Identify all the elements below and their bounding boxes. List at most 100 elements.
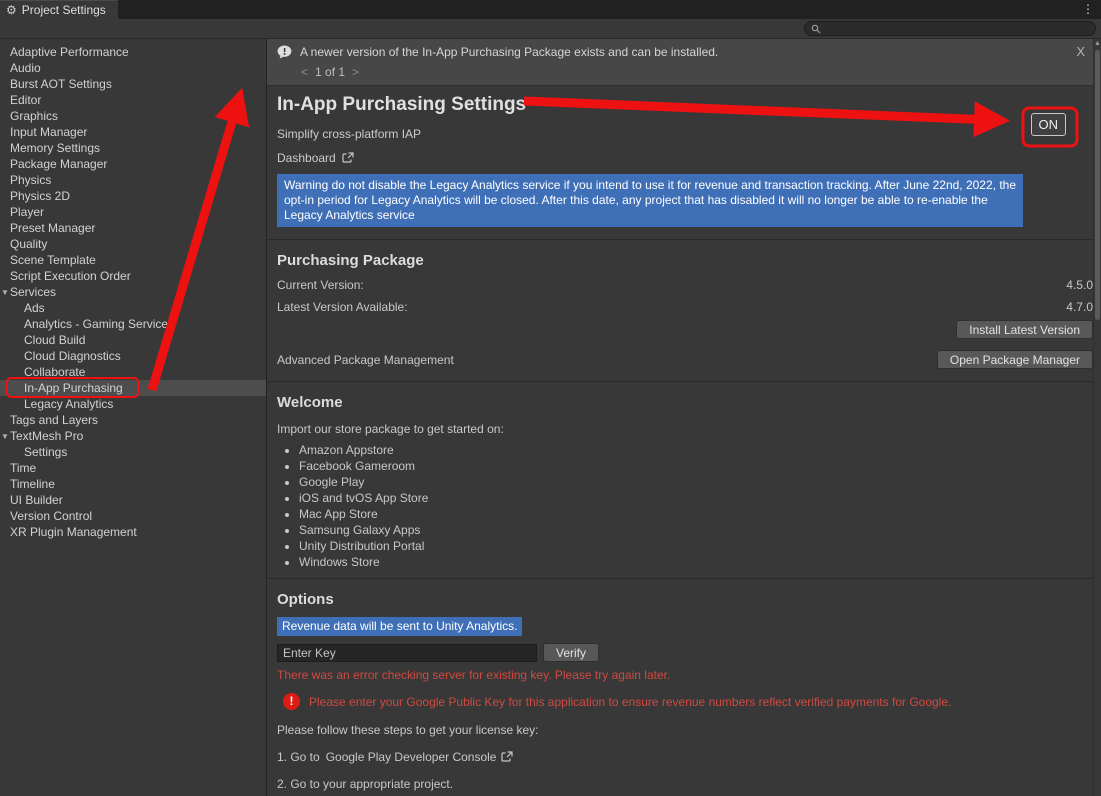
verify-button[interactable]: Verify [543, 643, 599, 662]
sidebar-item-label: Time [10, 461, 36, 475]
sidebar-item-label: Burst AOT Settings [10, 77, 112, 91]
sidebar-item-label: Ads [24, 301, 45, 315]
sidebar-item-label: Script Execution Order [10, 269, 131, 283]
sidebar-item-label: Services [10, 285, 56, 299]
sidebar-item-version-control[interactable]: Version Control [0, 508, 266, 524]
sidebar-item-textmesh-pro[interactable]: ▼TextMesh Pro [0, 428, 266, 444]
store-list-item: Windows Store [299, 554, 1101, 570]
sidebar-item-tags-and-layers[interactable]: Tags and Layers [0, 412, 266, 428]
sidebar-item-physics-2d[interactable]: Physics 2D [0, 188, 266, 204]
page-indicator: 1 of 1 [315, 65, 345, 79]
sidebar-item-script-execution-order[interactable]: Script Execution Order [0, 268, 266, 284]
window-body: Adaptive PerformanceAudio Burst AOT Setti… [0, 39, 1101, 796]
sidebar-item-label: In-App Purchasing [24, 381, 123, 395]
scrollbar[interactable]: ▲ [1093, 39, 1101, 796]
store-list-item: Mac App Store [299, 506, 1101, 522]
tab-project-settings[interactable]: ⚙ Project Settings [0, 0, 118, 19]
sidebar-item-label: TextMesh Pro [10, 429, 83, 443]
sidebar-list: Adaptive PerformanceAudio Burst AOT Setti… [0, 39, 267, 796]
sidebar-item-timeline[interactable]: Timeline [0, 476, 266, 492]
sidebar-item-label: Settings [24, 445, 67, 459]
sidebar-item-label: Physics [10, 173, 51, 187]
sidebar-item-label: Version Control [10, 509, 92, 523]
project-settings-window: ⚙ Project Settings ⋮ Adaptive Performanc… [0, 0, 1101, 796]
sidebar-item-label: Collaborate [24, 365, 85, 379]
google-play-console-link[interactable]: Google Play Developer Console [326, 750, 514, 764]
sidebar-item-audio[interactable]: Audio [0, 60, 266, 76]
analytics-note: Revenue data will be sent to Unity Analy… [277, 617, 522, 636]
current-version-label: Current Version: [277, 278, 364, 292]
purchasing-package-heading: Purchasing Package [277, 252, 1101, 270]
welcome-intro: Import our store package to get started … [277, 422, 1101, 436]
store-list-item: iOS and tvOS App Store [299, 490, 1101, 506]
welcome-heading: Welcome [277, 394, 1101, 412]
sidebar-item-physics[interactable]: Physics [0, 172, 266, 188]
sidebar-item-package-manager[interactable]: Package Manager [0, 156, 266, 172]
sidebar-item-xr-plugin-management[interactable]: XR Plugin Management [0, 524, 266, 540]
scrollbar-thumb[interactable] [1095, 50, 1100, 320]
sidebar-item-editor[interactable]: Editor [0, 92, 266, 108]
store-list: Amazon AppstoreFacebook GameroomGoogle P… [299, 442, 1101, 570]
google-play-console-label: Google Play Developer Console [326, 750, 497, 764]
sidebar-item-label: Analytics - Gaming Services [24, 317, 174, 331]
service-toggle-button[interactable]: ON [1031, 113, 1067, 136]
prev-page-button[interactable]: < [301, 65, 308, 79]
sidebar-item-scene-template[interactable]: Scene Template [0, 252, 266, 268]
sidebar-item-adaptive-performance[interactable]: Adaptive Performance [0, 44, 266, 60]
sidebar-item-in-app-purchasing[interactable]: In-App Purchasing [0, 380, 266, 396]
sidebar-item-settings[interactable]: Settings [0, 444, 266, 460]
latest-version-value: 4.7.0 [1066, 300, 1093, 314]
gear-icon: ⚙ [6, 4, 17, 16]
dashboard-link[interactable]: Dashboard [277, 151, 354, 165]
sidebar-item-burst-aot-settings[interactable]: Burst AOT Settings [0, 76, 266, 92]
more-options-icon[interactable]: ⋮ [1082, 2, 1094, 16]
sidebar-item-cloud-build[interactable]: Cloud Build [0, 332, 266, 348]
message-bubble-icon [277, 45, 292, 59]
sidebar-item-collaborate[interactable]: Collaborate [0, 364, 266, 380]
sidebar-item-label: Audio [10, 61, 41, 75]
google-key-input[interactable] [277, 644, 537, 662]
store-list-item: Unity Distribution Portal [299, 538, 1101, 554]
sidebar-item-cloud-diagnostics[interactable]: Cloud Diagnostics [0, 348, 266, 364]
divider [267, 381, 1101, 382]
scroll-up-arrow-icon[interactable]: ▲ [1094, 39, 1101, 48]
sidebar-item-quality[interactable]: Quality [0, 236, 266, 252]
sidebar-item-legacy-analytics[interactable]: Legacy Analytics [0, 396, 266, 412]
notification-banner: A newer version of the In-App Purchasing… [267, 39, 1101, 86]
server-error-text: There was an error checking server for e… [277, 668, 1101, 682]
sidebar-item-services[interactable]: ▼Services [0, 284, 266, 300]
foldout-arrow-icon[interactable]: ▼ [1, 285, 9, 301]
search-box[interactable] [804, 21, 1096, 36]
sidebar-item-ads[interactable]: Ads [0, 300, 266, 316]
search-icon [811, 24, 821, 34]
sidebar-item-preset-manager[interactable]: Preset Manager [0, 220, 266, 236]
search-input[interactable] [825, 22, 1089, 35]
sidebar-item-player[interactable]: Player [0, 204, 266, 220]
sidebar-item-label: Input Manager [10, 125, 87, 139]
sidebar-item-graphics[interactable]: Graphics [0, 108, 266, 124]
sidebar-item-label: Quality [10, 237, 47, 251]
store-list-item: Google Play [299, 474, 1101, 490]
sidebar-item-memory-settings[interactable]: Memory Settings [0, 140, 266, 156]
page-title: In-App Purchasing Settings [277, 94, 1101, 116]
sidebar-item-label: XR Plugin Management [10, 525, 137, 539]
close-icon[interactable]: X [1076, 44, 1085, 59]
open-package-manager-button[interactable]: Open Package Manager [937, 350, 1093, 369]
sidebar-item-ui-builder[interactable]: UI Builder [0, 492, 266, 508]
step2-text: 2. Go to your appropriate project. [277, 777, 1101, 791]
sidebar-item-label: Cloud Diagnostics [24, 349, 121, 363]
simplify-iap-label: Simplify cross-platform IAP [277, 127, 1101, 141]
install-latest-version-button[interactable]: Install Latest Version [956, 320, 1093, 339]
sidebar-item-time[interactable]: Time [0, 460, 266, 476]
sidebar-item-label: Scene Template [10, 253, 96, 267]
sidebar-item-label: Memory Settings [10, 141, 100, 155]
divider [267, 239, 1101, 240]
toolbar [0, 19, 1101, 39]
sidebar-item-input-manager[interactable]: Input Manager [0, 124, 266, 140]
foldout-arrow-icon[interactable]: ▼ [1, 429, 9, 445]
advanced-package-management-label: Advanced Package Management [277, 353, 454, 367]
next-page-button[interactable]: > [352, 65, 359, 79]
sidebar-item-analytics-gaming-services[interactable]: Analytics - Gaming Services [0, 316, 266, 332]
tab-label: Project Settings [22, 3, 106, 17]
options-heading: Options [277, 591, 1101, 609]
